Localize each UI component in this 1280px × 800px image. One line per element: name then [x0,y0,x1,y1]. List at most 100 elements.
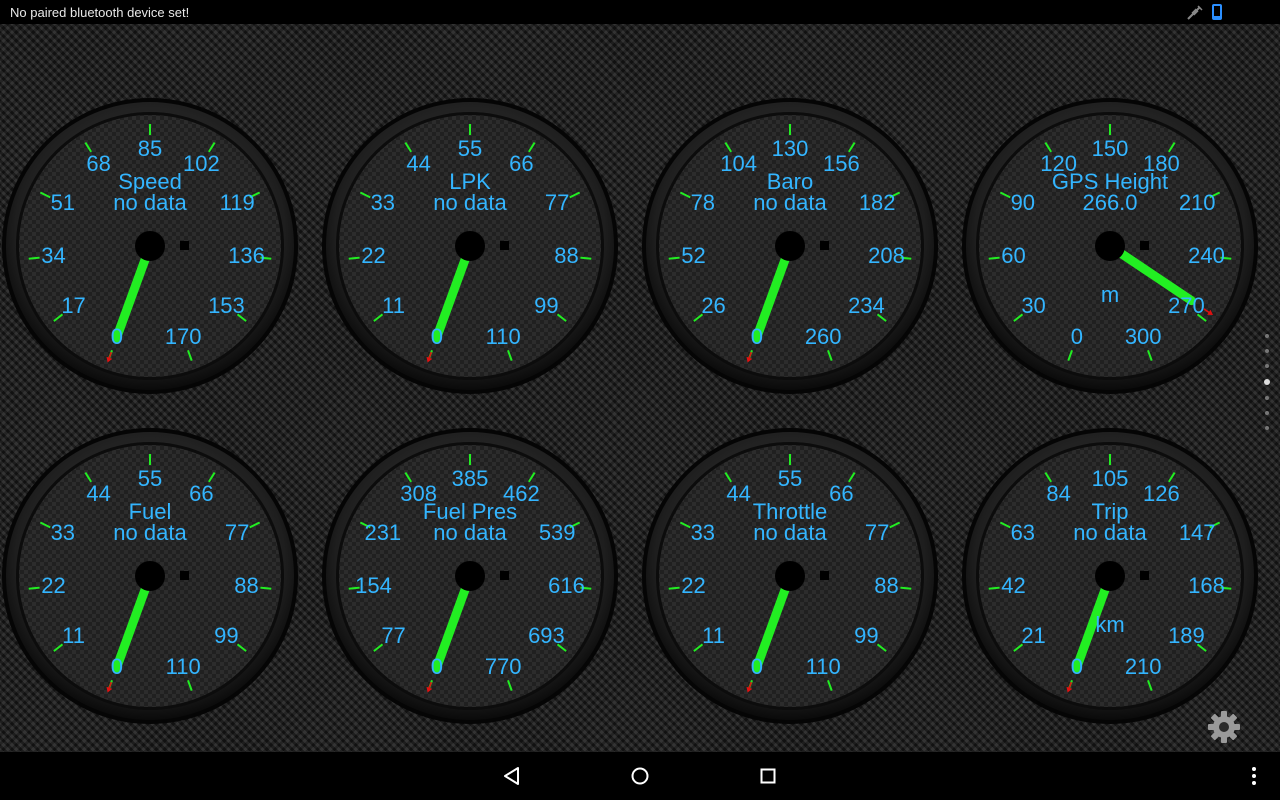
status-icons [1186,3,1226,21]
page-dot[interactable] [1265,426,1269,430]
tick-label: 42 [1001,573,1026,599]
tick-label: 22 [361,243,386,269]
tick-label: 0 [110,324,123,350]
gps-satellite-icon [1187,5,1203,20]
recents-button[interactable] [752,760,784,792]
tick-label: 110 [805,654,841,680]
gauge-value: no data [433,190,507,215]
tick-label: 30 [1021,292,1046,318]
page-dot[interactable] [1265,364,1269,368]
tick-label: 110 [165,654,201,680]
tick-label: 77 [864,520,890,546]
tick-label: 0 [1070,324,1083,350]
tick-label: 99 [534,292,559,318]
tick-label: 126 [1143,480,1180,506]
tick-label: 539 [538,520,576,546]
gauge-value: no data [753,190,827,215]
tick-label: 182 [858,190,896,216]
tick-label: 68 [86,150,111,176]
home-icon [631,767,649,785]
tick-label: 0 [110,654,123,680]
tick-label: 77 [381,622,406,648]
tick-label: 88 [874,573,899,599]
tick-label: 0 [430,324,443,350]
gauge-value: no data [1073,520,1147,545]
tick-label: 770 [484,654,522,680]
tick-label: 26 [701,292,726,318]
tick-label: 11 [62,622,85,648]
tick-label: 33 [690,520,716,546]
tick-label: 150 [1091,136,1129,161]
tick-label: 147 [1178,520,1216,546]
tick-label: 78 [690,190,716,216]
tick-label: 52 [681,243,706,269]
gauge-fuel[interactable]: 0 11 22 33 44 55 66 77 88 99 110 Fuel no data [0,426,300,726]
tick-label: 210 [1124,654,1162,680]
tick-label: 154 [355,573,392,599]
tick-label: 300 [1124,324,1162,350]
page-dot-active[interactable] [1264,379,1270,385]
tick-label: 88 [554,243,579,269]
gauge-value: no data [753,520,827,545]
tick-label: 104 [720,150,757,176]
gauge-gps-height[interactable]: 0 30 60 90 120 150 180 210 240 270 300 GPS Height 26… [960,96,1260,396]
tick-label: 0 [430,654,443,680]
gear-icon [1208,711,1240,743]
tick-label: 189 [1168,622,1205,648]
tick-label: 33 [370,190,396,216]
tick-label: 260 [804,324,842,350]
gauge-lpk[interactable]: 0 11 22 33 44 55 66 77 88 99 110 LPK no data [320,96,620,396]
tick-label: 55 [457,136,483,161]
tick-label: 153 [208,292,245,318]
tick-label: 77 [224,520,250,546]
tick-label: 99 [854,622,879,648]
page-dot[interactable] [1265,334,1269,338]
overflow-menu-button[interactable] [1238,760,1270,792]
gauge-trip[interactable]: 0 21 42 63 84 105 126 147 168 189 210 Trip no data km [960,426,1260,726]
tick-label: 66 [189,480,214,506]
tick-label: 0 [750,324,763,350]
settings-button[interactable] [1206,709,1242,745]
tick-label: 231 [364,520,402,546]
page-dot[interactable] [1265,396,1269,400]
tick-label: 34 [41,243,66,269]
tick-label: 21 [1021,622,1046,648]
tick-label: 693 [528,622,565,648]
page-dot[interactable] [1265,349,1269,353]
tick-label: 136 [228,243,265,269]
tick-label: 17 [61,292,86,318]
tick-label: 33 [50,520,76,546]
tick-mark [580,256,592,260]
nav-bar [0,752,1280,800]
gauge-baro[interactable]: 0 26 52 78 104 130 156 182 208 234 260 Baro no data [640,96,940,396]
tick-label: 85 [137,136,163,161]
tick-label: 66 [509,150,534,176]
tick-label: 0 [750,654,763,680]
home-button[interactable] [624,760,656,792]
tick-label: 63 [1010,520,1036,546]
tick-label: 385 [451,466,489,491]
tick-label: 44 [406,150,431,176]
gauge-area: 0 17 34 51 68 85 102 119 136 153 170 Speed no data 0 1… [0,24,1280,752]
recents-icon [760,768,776,784]
tick-label: 44 [86,480,111,506]
tick-mark [900,586,912,590]
tick-label: 156 [823,150,860,176]
tick-label: 51 [50,190,76,216]
status-message: No paired bluetooth device set! [10,5,190,20]
gauge-value: no data [113,190,187,215]
tick-label: 170 [164,324,202,350]
tick-label: 110 [485,324,521,350]
overflow-menu-icon [1252,767,1256,785]
gauge-fuel-pres[interactable]: 0 77 154 231 308 385 462 539 616 693 770 Fuel Pres n… [320,426,620,726]
phone-icon [1212,4,1222,20]
tick-label: 270 [1168,292,1205,318]
back-button[interactable] [496,760,528,792]
gauge-speed[interactable]: 0 17 34 51 68 85 102 119 136 153 170 Speed no data [0,96,300,396]
page-dot[interactable] [1265,411,1269,415]
tick-mark [260,586,272,590]
tick-label: 616 [548,573,585,599]
gauge-unit: m [1100,282,1120,307]
tick-label: 55 [137,466,163,491]
gauge-throttle[interactable]: 0 11 22 33 44 55 66 77 88 99 110 Throttle no data [640,426,940,726]
